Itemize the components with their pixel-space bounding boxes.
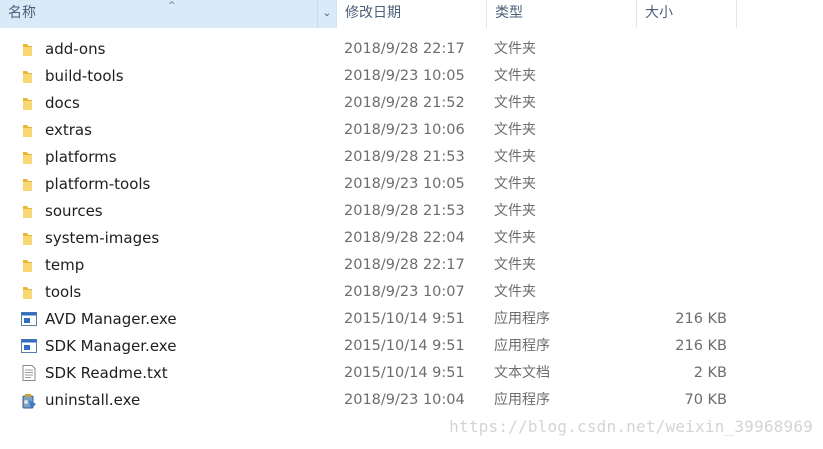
file-modified-date: 2015/10/14 9:51 <box>344 311 465 327</box>
file-name: sources <box>45 202 103 220</box>
file-type: 应用程序 <box>494 311 550 327</box>
file-modified-date: 2015/10/14 9:51 <box>344 365 465 381</box>
column-header-size[interactable]: 大小 <box>637 0 737 28</box>
column-header-name-label: 名称 <box>8 5 36 21</box>
file-type: 应用程序 <box>494 392 550 408</box>
file-size: 216 KB <box>675 338 727 354</box>
file-modified-date: 2015/10/14 9:51 <box>344 338 465 354</box>
watermark: https://blog.csdn.net/weixin_39968969 <box>449 417 813 436</box>
list-item[interactable]: extras 2018/9/23 10:06 文件夹 <box>0 117 823 144</box>
file-type: 应用程序 <box>494 338 550 354</box>
folder-icon <box>20 230 38 246</box>
chevron-down-icon[interactable]: ⌄ <box>317 0 336 27</box>
list-item[interactable]: system-images 2018/9/28 22:04 文件夹 <box>0 225 823 252</box>
list-item[interactable]: SDK Manager.exe 2015/10/14 9:51 应用程序 216 KB <box>0 333 823 360</box>
column-header-size-label: 大小 <box>645 5 673 21</box>
list-item[interactable]: AVD Manager.exe 2015/10/14 9:51 应用程序 216 KB <box>0 306 823 333</box>
file-modified-date: 2018/9/23 10:05 <box>344 68 465 84</box>
file-type: 文件夹 <box>494 95 536 111</box>
application-icon <box>20 338 38 354</box>
uninstaller-icon <box>20 392 38 409</box>
list-item[interactable]: SDK Readme.txt 2015/10/14 9:51 文本文档 2 KB <box>0 360 823 387</box>
file-modified-date: 2018/9/28 22:17 <box>344 41 465 57</box>
file-type: 文件夹 <box>494 149 536 165</box>
column-header-type-label: 类型 <box>495 5 523 21</box>
column-header: 名称 ^ ⌄ 修改日期 类型 大小 <box>0 0 823 28</box>
folder-icon <box>20 95 38 111</box>
file-name: uninstall.exe <box>45 391 141 409</box>
file-name: docs <box>45 94 80 112</box>
file-modified-date: 2018/9/28 22:17 <box>344 257 465 273</box>
list-item[interactable]: tools 2018/9/23 10:07 文件夹 <box>0 279 823 306</box>
file-modified-date: 2018/9/28 21:53 <box>344 203 465 219</box>
file-list: add-ons 2018/9/28 22:17 文件夹 build-tools 2018… <box>0 36 823 414</box>
file-type: 文件夹 <box>494 257 536 273</box>
column-header-date[interactable]: 修改日期 <box>337 0 487 28</box>
file-type: 文件夹 <box>494 230 536 246</box>
folder-icon <box>20 149 38 165</box>
file-modified-date: 2018/9/28 21:53 <box>344 149 465 165</box>
list-item[interactable]: platform-tools 2018/9/23 10:05 文件夹 <box>0 171 823 198</box>
file-name: SDK Readme.txt <box>45 364 168 382</box>
file-type: 文件夹 <box>494 176 536 192</box>
file-modified-date: 2018/9/28 22:04 <box>344 230 465 246</box>
file-type: 文本文档 <box>494 365 550 381</box>
folder-icon <box>20 122 38 138</box>
file-name: platform-tools <box>45 175 151 193</box>
list-item[interactable]: add-ons 2018/9/28 22:17 文件夹 <box>0 36 823 63</box>
file-name: AVD Manager.exe <box>45 310 177 328</box>
list-item[interactable]: build-tools 2018/9/23 10:05 文件夹 <box>0 63 823 90</box>
file-name: add-ons <box>45 40 106 58</box>
file-type: 文件夹 <box>494 122 536 138</box>
file-type: 文件夹 <box>494 203 536 219</box>
file-size: 216 KB <box>675 311 727 327</box>
folder-icon <box>20 284 38 300</box>
application-icon <box>20 311 38 327</box>
file-name: tools <box>45 283 82 301</box>
file-modified-date: 2018/9/23 10:07 <box>344 284 465 300</box>
column-header-name[interactable]: 名称 ^ ⌄ <box>0 0 337 28</box>
folder-icon <box>20 176 38 192</box>
list-item[interactable]: platforms 2018/9/28 21:53 文件夹 <box>0 144 823 171</box>
file-modified-date: 2018/9/23 10:04 <box>344 392 465 408</box>
column-header-date-label: 修改日期 <box>345 5 401 21</box>
folder-icon <box>20 203 38 219</box>
text-file-icon <box>20 365 38 381</box>
file-modified-date: 2018/9/28 21:52 <box>344 95 465 111</box>
list-item[interactable]: docs 2018/9/28 21:52 文件夹 <box>0 90 823 117</box>
list-item[interactable]: uninstall.exe 2018/9/23 10:04 应用程序 70 KB <box>0 387 823 414</box>
folder-icon <box>20 257 38 273</box>
file-type: 文件夹 <box>494 41 536 57</box>
file-size: 2 KB <box>693 365 727 381</box>
file-name: build-tools <box>45 67 124 85</box>
sort-ascending-icon: ^ <box>168 1 176 11</box>
file-name: temp <box>45 256 85 274</box>
file-name: SDK Manager.exe <box>45 337 177 355</box>
file-modified-date: 2018/9/23 10:06 <box>344 122 465 138</box>
list-item[interactable]: temp 2018/9/28 22:17 文件夹 <box>0 252 823 279</box>
file-name: extras <box>45 121 92 139</box>
folder-icon <box>20 68 38 84</box>
list-item[interactable]: sources 2018/9/28 21:53 文件夹 <box>0 198 823 225</box>
column-header-type[interactable]: 类型 <box>487 0 637 28</box>
folder-icon <box>20 41 38 57</box>
file-type: 文件夹 <box>494 68 536 84</box>
file-modified-date: 2018/9/23 10:05 <box>344 176 465 192</box>
file-name: platforms <box>45 148 117 166</box>
file-type: 文件夹 <box>494 284 536 300</box>
file-name: system-images <box>45 229 160 247</box>
file-size: 70 KB <box>684 392 727 408</box>
